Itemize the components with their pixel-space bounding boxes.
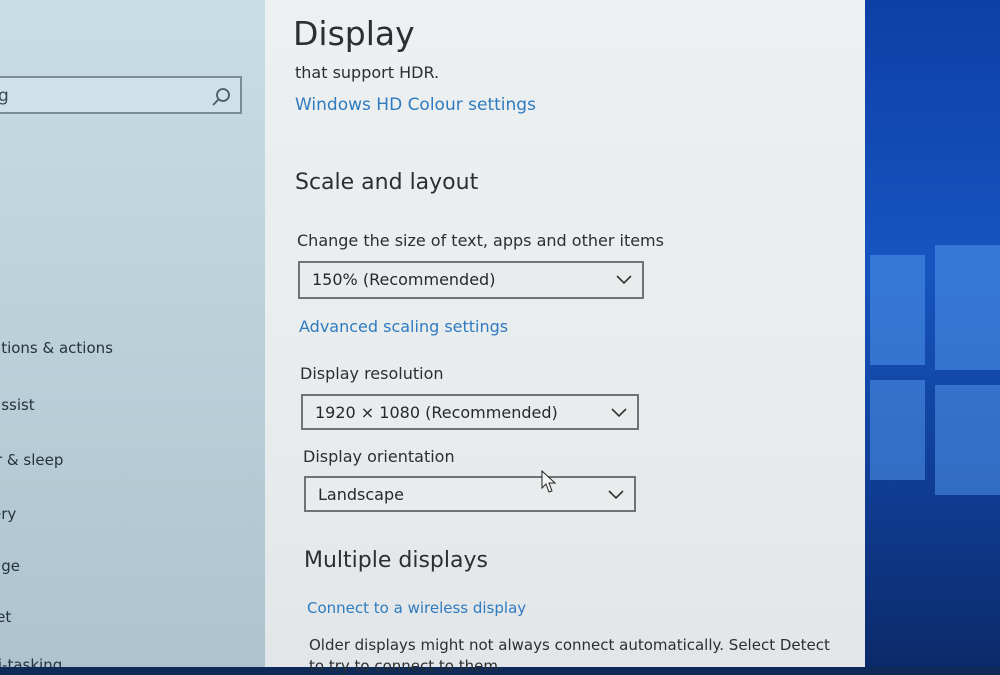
search-box[interactable]: g	[0, 76, 242, 114]
page-title: Display	[293, 14, 415, 53]
advanced-scaling-link[interactable]: Advanced scaling settings	[299, 317, 508, 336]
wallpaper-window-pane	[870, 255, 925, 365]
hdr-note: that support HDR.	[295, 63, 440, 82]
nav-item-multitasking[interactable]: ti-tasking	[0, 656, 62, 667]
hdr-colour-settings-link[interactable]: Windows HD Colour settings	[295, 95, 536, 115]
display-settings-page: Display that support HDR. Windows HD Col…	[265, 0, 865, 675]
chevron-down-icon	[608, 490, 624, 500]
nav-item-battery[interactable]: ery	[0, 505, 16, 523]
multiple-displays-heading: Multiple displays	[304, 548, 488, 573]
resolution-dropdown[interactable]: 1920 × 1080 (Recommended)	[301, 394, 639, 430]
resolution-value: 1920 × 1080 (Recommended)	[315, 403, 558, 422]
wallpaper-window-pane	[935, 245, 1000, 370]
wireless-display-link[interactable]: Connect to a wireless display	[307, 599, 526, 617]
wallpaper-window-pane	[935, 385, 1000, 495]
scale-value: 150% (Recommended)	[312, 270, 496, 289]
scale-layout-heading: Scale and layout	[295, 170, 479, 195]
orientation-label: Display orientation	[303, 447, 455, 466]
mouse-cursor-icon	[541, 470, 557, 493]
resolution-label: Display resolution	[300, 364, 444, 383]
nav-item-tablet[interactable]: let	[0, 608, 11, 626]
settings-nav-pane: g ations & actions assist r & sleep ery …	[0, 0, 275, 667]
search-icon[interactable]	[210, 86, 232, 108]
orientation-dropdown[interactable]: Landscape	[304, 476, 636, 512]
orientation-value: Landscape	[318, 485, 404, 504]
older-displays-note: Older displays might not always connect …	[309, 636, 830, 654]
scale-dropdown[interactable]: 150% (Recommended)	[298, 261, 644, 299]
nav-item-notifications[interactable]: ations & actions	[0, 339, 113, 357]
wallpaper-window-pane	[870, 380, 925, 480]
nav-item-storage[interactable]: age	[0, 557, 20, 575]
nav-item-focus-assist[interactable]: assist	[0, 396, 35, 414]
desktop-wallpaper	[865, 0, 1000, 667]
chevron-down-icon	[616, 275, 632, 285]
scale-label: Change the size of text, apps and other …	[297, 231, 664, 250]
search-input[interactable]: g	[0, 86, 9, 106]
chevron-down-icon	[611, 408, 627, 418]
older-displays-note-2: to try to connect to them.	[309, 657, 503, 675]
nav-item-power-sleep[interactable]: r & sleep	[0, 451, 63, 469]
